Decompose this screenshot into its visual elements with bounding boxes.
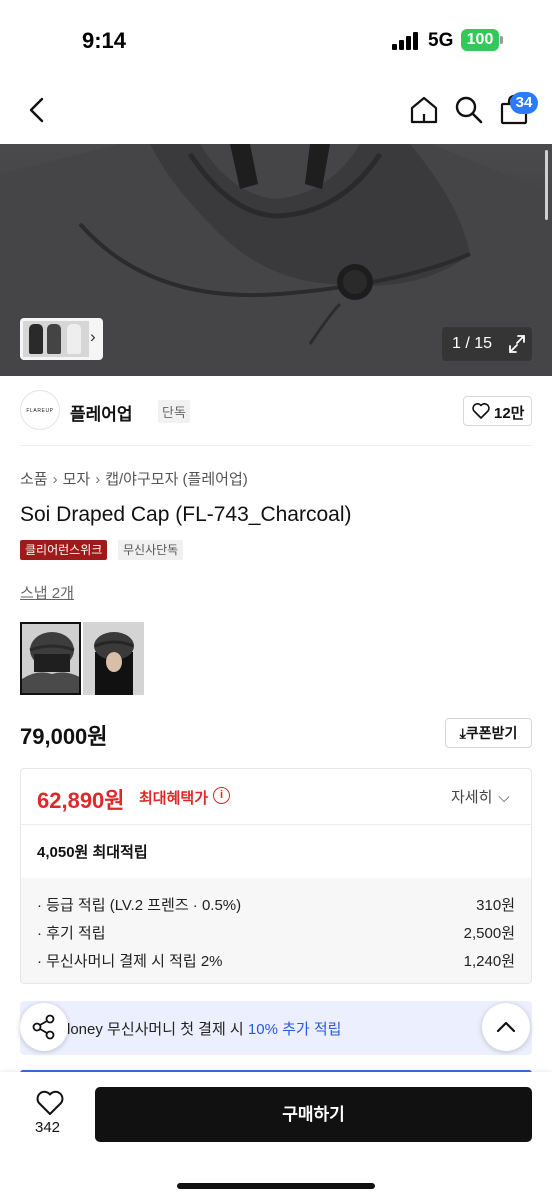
max-points-label: 4,050원 최대적립 [37,844,148,861]
cart-count-badge: 34 [510,92,538,114]
buy-button[interactable]: 구매하기 [95,1087,532,1142]
chevron-right-icon: › [90,327,96,346]
promo-badge: 클리어런스위크 [20,540,108,560]
expand-icon[interactable] [502,327,532,361]
money-promo-prefix: loney 무신사머니 첫 결제 시 [67,1021,248,1038]
chevron-down-icon: ⌵ [498,789,510,806]
points-row-label: · 등급 적립 (LV.2 프렌즈 · 0.5%) [37,897,242,914]
points-row-value: 310원 [476,897,515,914]
original-price: 79,000원 [20,724,108,749]
home-indicator [177,1183,375,1189]
bottom-action-bar: 342 구매하기 [0,1072,552,1200]
share-button[interactable] [20,1003,68,1051]
money-promo-highlight: 10% 추가 적립 [247,1021,342,1038]
brand-like-button[interactable]: 12만 [463,396,532,426]
status-bar: 9:14 5G 100 [0,0,552,80]
scroll-top-button[interactable] [482,1003,530,1051]
points-row-label: · 무신사머니 결제 시 적립 2% [37,953,223,970]
chevron-up-icon [496,1021,516,1033]
points-row: · 등급 적립 (LV.2 프렌즈 · 0.5%) 310원 [37,894,515,915]
brand-name[interactable]: 플레어업 [70,400,133,425]
max-benefit-price: 62,890원 [37,788,125,813]
brand-row: FLAREUP 플레어업 단독 12만 [20,390,532,446]
max-benefit-label: 최대혜택가 [139,790,209,807]
brand-logo[interactable]: FLAREUP [20,390,60,430]
points-breakdown: · 등급 적립 (LV.2 프렌즈 · 0.5%) 310원 · 후기 적립 2… [21,878,531,983]
coupon-button-label: 쿠폰받기 [465,725,518,741]
heart-icon [472,403,490,419]
points-row-label: · 후기 적립 [37,925,106,942]
variant-thumbnail-2[interactable] [83,622,144,695]
scrollbar[interactable] [545,150,548,220]
search-icon[interactable] [453,94,485,126]
image-counter: 1 / 15 [442,327,502,361]
heart-icon[interactable] [36,1090,64,1116]
benefit-header[interactable]: 62,890원 최대혜택가 i 자세히 ⌵ [21,769,531,825]
battery-tip [500,36,503,44]
points-row-value: 1,240원 [463,953,515,970]
info-icon[interactable]: i [213,787,230,804]
battery-icon: 100 [461,29,499,51]
points-row-value: 2,500원 [463,925,515,942]
snap-link[interactable]: 스냅 2개 [20,582,74,603]
breadcrumb-item[interactable]: 소품 [20,471,48,488]
points-row: · 무신사머니 결제 시 적립 2% 1,240원 [37,950,515,971]
chevron-right-icon: › [52,471,58,488]
exclusive-tag: 단독 [158,400,190,423]
brand-like-count: 12만 [494,405,525,422]
product-title: Soi Draped Cap (FL-743_Charcoal) [20,503,352,526]
benefit-box: 62,890원 최대혜택가 i 자세히 ⌵ 4,050원 최대적립 · 등급 적립… [20,768,532,984]
gallery-thumbnail-image [23,321,89,357]
top-nav [0,80,552,144]
breadcrumb: 소품 › 모자 › 캡/야구모자 (플레어업) [20,468,248,489]
back-arrow-icon[interactable] [22,94,54,126]
share-icon [32,1014,55,1040]
breadcrumb-item[interactable]: 모자 [63,471,91,488]
status-time: 9:14 [82,28,127,53]
detail-toggle-label: 자세히 [451,789,493,806]
variant-thumbnail-1[interactable] [20,622,81,695]
chevron-right-icon: › [95,471,101,488]
signal-icon [392,32,420,50]
breadcrumb-item[interactable]: 캡/야구모자 (플레어업) [105,471,248,488]
network-label: 5G [428,30,454,51]
money-promo-banner[interactable]: loney 무신사머니 첫 결제 시 10% 추가 적립 [20,1001,532,1055]
exclusive-badge: 무신사단독 [118,540,184,560]
money-promo-text: loney 무신사머니 첫 결제 시 10% 추가 적립 [67,1018,341,1039]
wish-count: 342 [35,1119,61,1136]
detail-toggle[interactable]: 자세히 ⌵ [451,786,510,807]
home-icon[interactable] [408,94,440,126]
coupon-button[interactable]: ⤓쿠폰받기 [445,718,532,748]
points-row: · 후기 적립 2,500원 [37,922,515,943]
gallery-thumbnail-strip[interactable]: › [20,318,103,360]
